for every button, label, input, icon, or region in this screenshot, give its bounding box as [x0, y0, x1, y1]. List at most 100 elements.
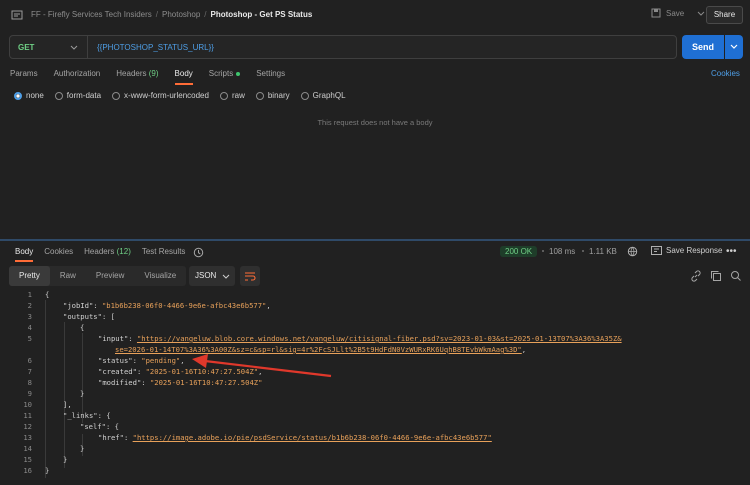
- radio-binary[interactable]: binary: [255, 91, 290, 100]
- json-url-value[interactable]: "https://image.adobe.io/pie/psdService/s…: [133, 433, 492, 442]
- separator-dot: [582, 250, 584, 252]
- tab-params[interactable]: Params: [10, 69, 38, 78]
- breadcrumb-folder[interactable]: Photoshop: [162, 10, 200, 19]
- json-value: "2025-01-16T10:47:27.504Z": [145, 367, 259, 376]
- json-url-value[interactable]: "https://vangeluw.blob.core.windows.net/…: [137, 334, 622, 343]
- json-key: "modified": [98, 378, 142, 387]
- status-badge[interactable]: 200 OK: [500, 246, 538, 257]
- copy-icon[interactable]: [710, 270, 722, 282]
- empty-body-message: This request does not have a body: [317, 118, 433, 127]
- radio-label: raw: [231, 91, 245, 100]
- json-punct: [: [110, 312, 115, 321]
- line-number: 6: [27, 356, 32, 365]
- json-key: "status": [98, 356, 133, 365]
- pane-splitter[interactable]: [0, 239, 750, 241]
- chevron-down-icon[interactable]: [697, 9, 705, 17]
- line-number: 8: [27, 378, 32, 387]
- radio-icon: [219, 91, 228, 100]
- code-line: "href": "https://image.adobe.io/pie/psdS…: [98, 433, 492, 442]
- json-key: "jobId": [63, 301, 94, 310]
- radio-form-data[interactable]: form-data: [54, 91, 101, 100]
- view-pretty[interactable]: Pretty: [9, 266, 50, 286]
- code-line: }: [45, 466, 50, 475]
- radio-raw[interactable]: raw: [219, 91, 245, 100]
- code-line: "input": "https://vangeluw.blob.core.win…: [98, 334, 622, 343]
- radio-urlencoded[interactable]: x-www-form-urlencoded: [112, 91, 209, 100]
- method-select[interactable]: GET: [18, 43, 34, 52]
- chevron-down-icon[interactable]: [70, 43, 78, 51]
- line-number: 12: [23, 422, 32, 431]
- radio-icon: [300, 91, 309, 100]
- radio-none[interactable]: none: [14, 91, 44, 100]
- wrap-lines-icon: [245, 272, 256, 281]
- wrap-lines-button[interactable]: [240, 266, 260, 286]
- json-key: "href": [98, 433, 124, 442]
- json-url-value[interactable]: se=2026-01-14T07%3A36%3A00Z&sz=c&sp=rl&s…: [115, 345, 522, 354]
- code-line: "outputs": [: [63, 312, 115, 321]
- share-button[interactable]: Share: [706, 6, 743, 24]
- radio-icon: [255, 91, 264, 100]
- arrow-head: [192, 354, 208, 368]
- line-number: 5: [27, 334, 32, 343]
- network-globe-icon[interactable]: [627, 246, 639, 258]
- link-icon[interactable]: [690, 270, 702, 282]
- tab-response-headers[interactable]: Headers (12): [84, 247, 131, 256]
- line-number: 3: [27, 312, 32, 321]
- save-icon: [651, 8, 661, 18]
- breadcrumb: FF - Firefly Services Tech Insiders / Phot…: [31, 10, 313, 19]
- separator-dot: [542, 250, 544, 252]
- send-button[interactable]: Send: [682, 35, 724, 59]
- tab-scripts-label: Scripts: [208, 69, 234, 78]
- radio-label: GraphQL: [312, 91, 346, 100]
- line-number: 2: [27, 301, 32, 310]
- save-response-button[interactable]: Save Response: [651, 246, 722, 255]
- code-line-wrapped: se=2026-01-14T07%3A36%3A00Z&sz=c&sp=rl&s…: [115, 345, 526, 354]
- tab-response-headers-label: Headers: [84, 247, 115, 256]
- response-time[interactable]: 108 ms: [549, 247, 575, 256]
- line-number: 10: [23, 400, 32, 409]
- more-options-icon[interactable]: •••: [726, 246, 737, 257]
- collection-icon: [11, 10, 23, 20]
- save-button[interactable]: Save: [651, 8, 705, 18]
- line-number: 4: [27, 323, 32, 332]
- code-line: ],: [63, 400, 72, 409]
- tab-test-results[interactable]: Test Results: [142, 247, 186, 256]
- json-key: "self": [80, 422, 106, 431]
- line-number: 13: [23, 433, 32, 442]
- view-preview[interactable]: Preview: [86, 266, 134, 286]
- response-size[interactable]: 1.11 KB: [589, 247, 617, 256]
- history-icon[interactable]: [193, 247, 204, 258]
- breadcrumb-collection[interactable]: FF - Firefly Services Tech Insiders: [31, 10, 152, 19]
- code-line: {: [45, 290, 50, 299]
- tab-scripts[interactable]: Scripts: [208, 69, 241, 78]
- response-tabs: Body Cookies Headers (12) Test Results: [15, 247, 196, 262]
- code-line: }: [80, 444, 85, 453]
- body-type-options: none form-data x-www-form-urlencoded raw…: [14, 91, 357, 100]
- view-raw[interactable]: Raw: [50, 266, 86, 286]
- tab-body[interactable]: Body: [174, 69, 194, 85]
- request-title[interactable]: Photoshop - Get PS Status: [211, 10, 313, 19]
- view-visualize[interactable]: Visualize: [134, 266, 186, 286]
- tab-settings[interactable]: Settings: [256, 69, 285, 78]
- indent-guide: [45, 300, 46, 478]
- radio-selected-icon: [14, 91, 22, 100]
- url-input[interactable]: {{PHOTOSHOP_STATUS_URL}}: [97, 43, 214, 52]
- chevron-down-icon: [222, 274, 230, 279]
- code-line: "self": {: [80, 422, 119, 431]
- radio-graphql[interactable]: GraphQL: [300, 91, 346, 100]
- code-line: }: [80, 389, 85, 398]
- tab-response-cookies[interactable]: Cookies: [44, 247, 73, 256]
- search-icon[interactable]: [730, 270, 742, 282]
- line-number: 1: [27, 290, 32, 299]
- tab-authorization[interactable]: Authorization: [54, 69, 101, 78]
- send-options-button[interactable]: [725, 35, 743, 59]
- json-punct: ,: [180, 356, 185, 365]
- line-number: 16: [23, 466, 32, 475]
- cookies-link[interactable]: Cookies: [711, 69, 740, 78]
- json-punct: ,: [266, 301, 271, 310]
- tab-response-body[interactable]: Body: [15, 247, 34, 262]
- code-line: "jobId": "b1b6b238-06f0-4466-9e6e-afbc43…: [63, 301, 271, 310]
- save-label: Save: [666, 8, 685, 18]
- code-line: "modified": "2025-01-16T10:47:27.504Z": [98, 378, 263, 387]
- tab-headers[interactable]: Headers (9): [116, 69, 158, 78]
